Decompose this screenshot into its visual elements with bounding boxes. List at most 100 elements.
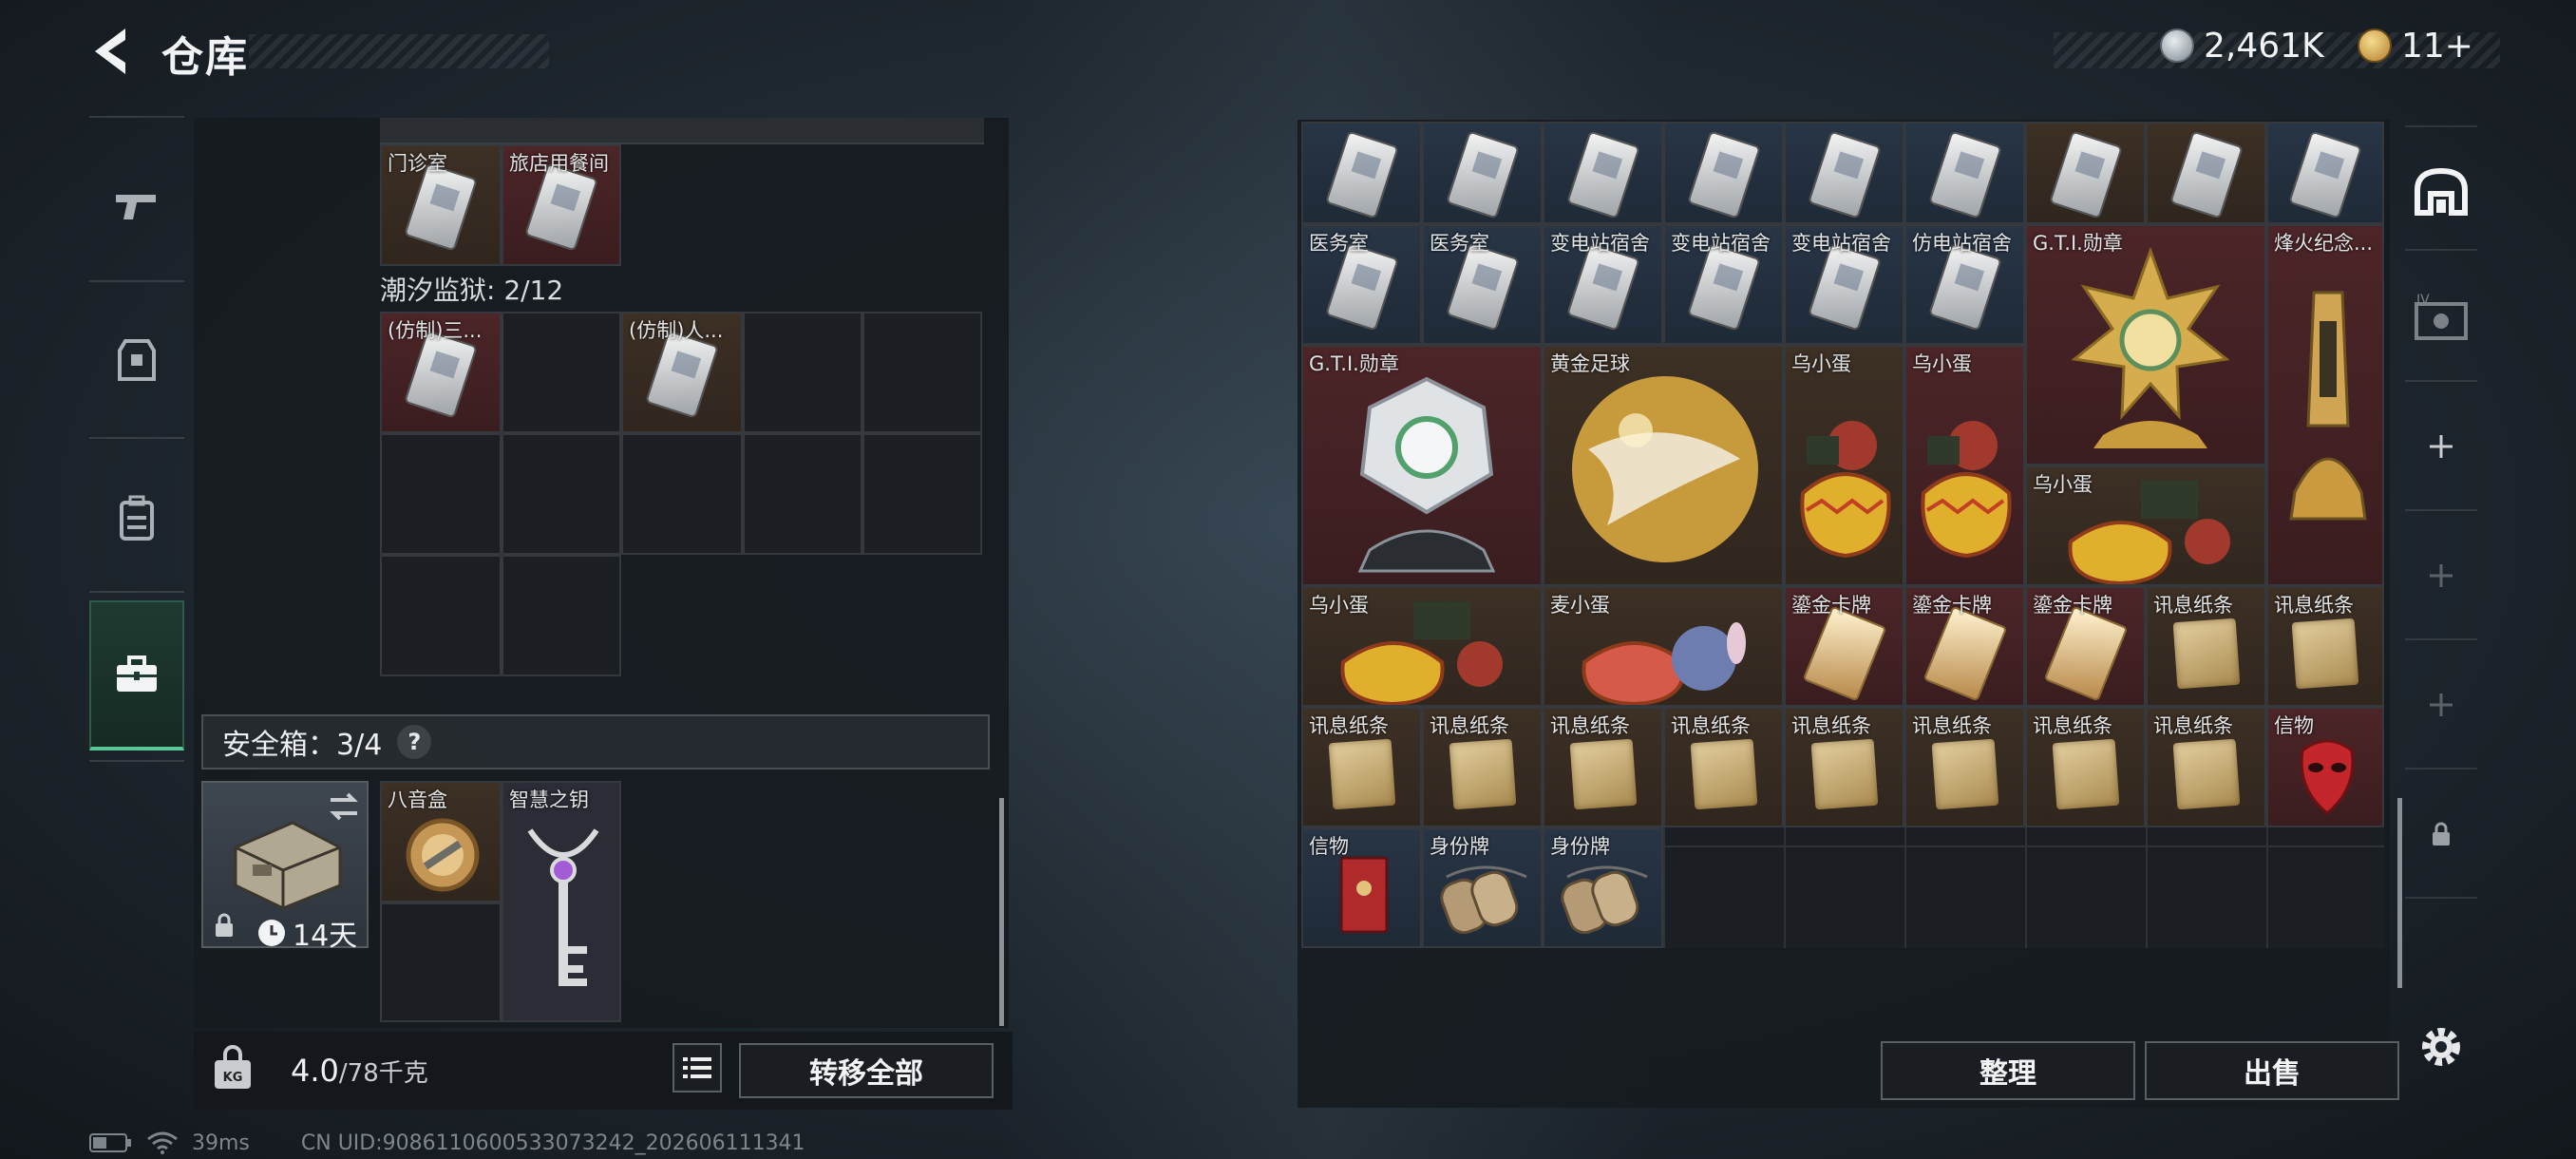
title-decoration — [249, 34, 549, 68]
item-slot[interactable]: 讯息纸条 — [1301, 707, 1422, 827]
safe-box-slot[interactable]: 14天 — [201, 781, 369, 953]
empty-slot[interactable] — [502, 312, 621, 433]
empty-slot[interactable] — [502, 555, 621, 676]
settings-button[interactable] — [2405, 1018, 2477, 1075]
item-slot[interactable]: G.T.I.勋章 — [2025, 224, 2266, 466]
back-arrow-icon[interactable] — [87, 25, 135, 78]
item-label: 旅店用餐间 — [509, 152, 609, 175]
item-slot[interactable]: 鎏金卡牌 — [1904, 586, 2025, 707]
item-slot[interactable]: 变电站宿舍 — [1663, 224, 1784, 345]
empty-slot[interactable] — [380, 902, 502, 1022]
empty-slot[interactable] — [862, 312, 982, 433]
nav-toolbox[interactable] — [89, 600, 184, 750]
stash-tab-main[interactable] — [2405, 163, 2477, 220]
empty-slot[interactable] — [621, 433, 743, 555]
item-slot[interactable]: 信物 — [2266, 707, 2384, 827]
item-slot[interactable]: (仿制)三... — [380, 312, 502, 433]
empty-slot[interactable] — [380, 555, 502, 676]
section-title: 潮汐监狱: 2/12 — [380, 275, 564, 306]
item-slot[interactable]: 讯息纸条 — [1784, 707, 1904, 827]
item-slot[interactable] — [2266, 122, 2384, 224]
item-slot[interactable]: 医务室 — [1422, 224, 1543, 345]
item-slot[interactable]: 乌小蛋 — [1904, 345, 2025, 586]
item-slot[interactable]: 讯息纸条 — [1904, 707, 2025, 827]
weight-value: 4.0 — [291, 1053, 339, 1089]
item-slot[interactable] — [1904, 122, 2025, 224]
item-slot[interactable]: 黄金足球 — [1543, 345, 1784, 586]
organize-button[interactable]: 整理 — [1881, 1041, 2135, 1100]
transfer-all-button[interactable]: 转移全部 — [739, 1043, 994, 1098]
empty-slot[interactable] — [502, 433, 621, 555]
item-slot[interactable]: 医务室 — [1301, 224, 1422, 345]
item-slot[interactable]: 烽火纪念... — [2266, 224, 2384, 586]
sell-button[interactable]: 出售 — [2145, 1041, 2399, 1100]
timer-text: 14天 — [293, 920, 358, 953]
item-slot[interactable]: 讯息纸条 — [2146, 707, 2266, 827]
add-stash-tab-button[interactable] — [2405, 676, 2477, 733]
item-slot[interactable]: 讯息纸条 — [2266, 586, 2384, 707]
item-slot[interactable]: 旅店用餐间 — [502, 144, 621, 266]
empty-slot[interactable] — [380, 433, 502, 555]
item-slot[interactable] — [1784, 122, 1904, 224]
nav-divider — [89, 116, 184, 118]
empty-slot[interactable] — [862, 433, 982, 555]
help-button[interactable]: ? — [397, 725, 432, 759]
plus-icon — [2430, 435, 2453, 458]
item-slot[interactable]: 身份牌 — [1543, 827, 1663, 948]
item-slot[interactable]: 讯息纸条 — [2025, 707, 2146, 827]
add-stash-tab-button[interactable] — [2405, 418, 2477, 475]
item-slot[interactable]: 乌小蛋 — [1784, 345, 1904, 586]
item-slot[interactable]: 仿电站宿舍 — [1904, 224, 2025, 345]
lock-icon — [216, 913, 233, 937]
item-label: 乌小蛋 — [2033, 473, 2093, 496]
right-scrollbar[interactable] — [2397, 798, 2402, 988]
item-label: 变电站宿舍 — [1550, 232, 1650, 255]
item-slot[interactable]: G.T.I.勋章 — [1301, 345, 1543, 586]
empty-slot[interactable] — [743, 433, 862, 555]
uid-text: CN UID:9086110600533073242_202606111341 — [300, 1130, 805, 1155]
item-slot[interactable]: 智慧之钥 — [502, 781, 621, 1022]
egg-figure-icon — [1800, 421, 1891, 559]
locked-stash-tab[interactable] — [2405, 806, 2477, 863]
keycard-icon — [1686, 130, 1761, 219]
item-slot[interactable]: 门诊室 — [380, 144, 502, 266]
item-label: 讯息纸条 — [1430, 714, 1509, 737]
add-stash-tab-button[interactable] — [2405, 547, 2477, 604]
paper-note-icon — [1690, 738, 1757, 810]
nav-weapons[interactable] — [89, 133, 184, 276]
item-slot[interactable]: 讯息纸条 — [1543, 707, 1663, 827]
item-slot[interactable] — [1663, 122, 1784, 224]
item-slot[interactable]: 鎏金卡牌 — [2025, 586, 2146, 707]
item-slot[interactable]: 乌小蛋 — [2025, 466, 2266, 586]
item-slot[interactable]: (仿制)人... — [621, 312, 743, 433]
item-slot[interactable]: 讯息纸条 — [2146, 586, 2266, 707]
item-slot[interactable]: 变电站宿舍 — [1543, 224, 1663, 345]
silver-currency[interactable]: 2,461K — [2160, 23, 2324, 68]
keycard-icon — [1807, 130, 1882, 219]
item-slot[interactable]: 麦小蛋 — [1543, 586, 1784, 707]
item-slot[interactable] — [1422, 122, 1543, 224]
stash-tab-4[interactable]: IV — [2405, 289, 2477, 346]
red-book-icon — [1339, 856, 1389, 934]
item-slot[interactable]: 乌小蛋 — [1301, 586, 1543, 707]
item-label: 鎏金卡牌 — [1912, 594, 1992, 617]
item-slot[interactable] — [2146, 122, 2266, 224]
nav-backpack[interactable] — [89, 446, 184, 589]
item-slot[interactable]: 变电站宿舍 — [1784, 224, 1904, 345]
item-slot[interactable] — [1543, 122, 1663, 224]
empty-slot[interactable] — [743, 312, 862, 433]
left-scrollbar[interactable] — [999, 798, 1004, 1026]
item-slot[interactable]: 鎏金卡牌 — [1784, 586, 1904, 707]
item-slot[interactable]: 讯息纸条 — [1663, 707, 1784, 827]
nav-armor[interactable] — [89, 290, 184, 432]
item-slot[interactable]: 八音盒 — [380, 781, 502, 902]
item-slot[interactable] — [2025, 122, 2146, 224]
gold-coin-icon — [2358, 28, 2392, 63]
gold-currency[interactable]: 11+ — [2358, 23, 2473, 68]
item-slot[interactable]: 身份牌 — [1422, 827, 1543, 948]
list-view-button[interactable] — [672, 1043, 722, 1092]
item-slot[interactable]: 讯息纸条 — [1422, 707, 1543, 827]
backpack-icon — [120, 495, 154, 541]
item-slot[interactable]: 信物 — [1301, 827, 1422, 948]
item-slot[interactable] — [1301, 122, 1422, 224]
